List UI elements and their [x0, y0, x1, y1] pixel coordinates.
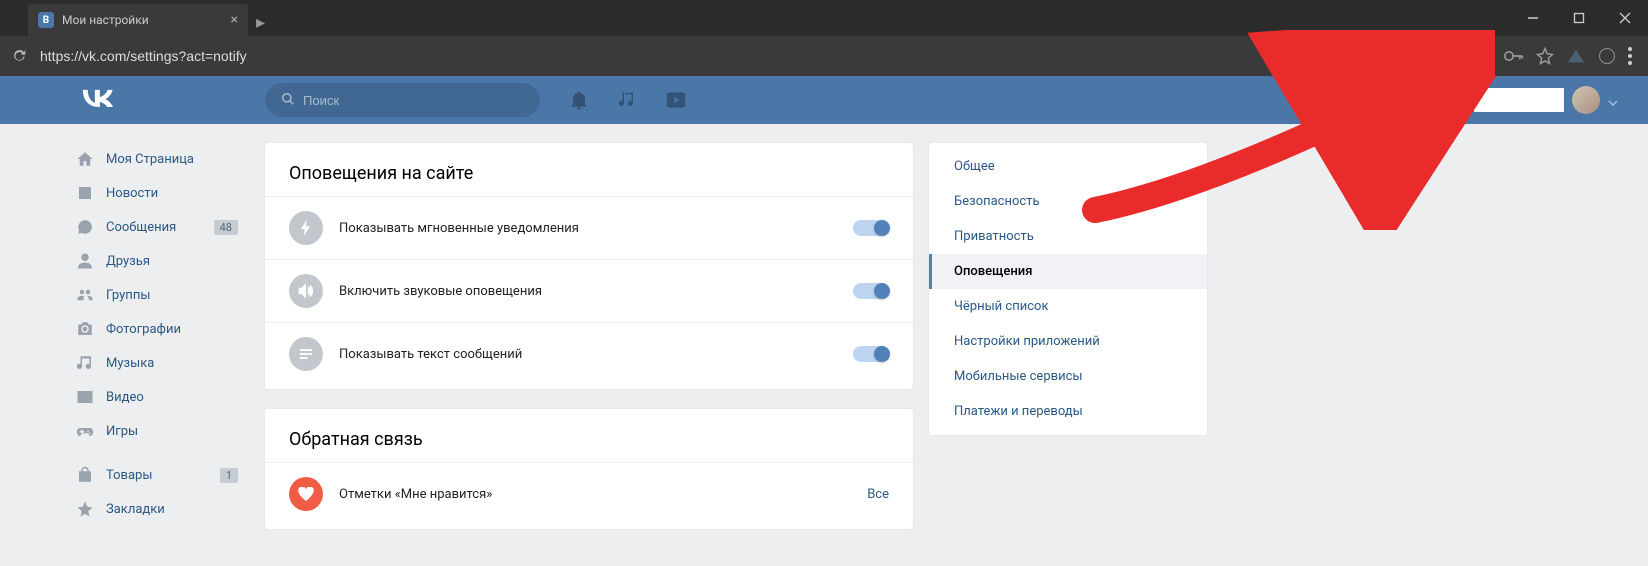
toggle-instant[interactable]	[853, 220, 889, 236]
nav-label: Игры	[106, 424, 138, 439]
card-title: Оповещения на сайте	[265, 143, 913, 196]
nav-friends[interactable]: Друзья	[68, 244, 238, 278]
notifications-bell-icon[interactable]	[570, 90, 588, 110]
setting-sound: Включить звуковые оповещения	[265, 259, 913, 322]
nav-label: Фотографии	[106, 322, 181, 337]
vk-logo[interactable]	[80, 87, 200, 113]
video-play-icon[interactable]	[666, 91, 686, 109]
nav-label: Моя Страница	[106, 152, 194, 167]
vk-body: Моя Страница Новости Сообщения 48 Друзья…	[0, 124, 1648, 548]
tab-privacy[interactable]: Приватность	[929, 219, 1207, 254]
browser-tab-title: Мои настройки	[62, 13, 225, 27]
nav-label: Видео	[106, 390, 144, 405]
nav-label: Музыка	[106, 356, 154, 371]
tab-blacklist[interactable]: Чёрный список	[929, 289, 1207, 324]
chevron-down-icon	[1608, 91, 1618, 110]
messages-icon	[74, 217, 96, 237]
nav-photos[interactable]: Фотографии	[68, 312, 238, 346]
nav-label: Закладки	[106, 502, 165, 517]
bag-icon	[74, 465, 96, 485]
user-menu[interactable]	[1474, 86, 1618, 114]
url-input[interactable]	[32, 48, 1504, 64]
likes-all-link[interactable]: Все	[867, 487, 889, 502]
nav-bookmarks[interactable]: Закладки	[68, 492, 238, 526]
urlbar-right-icons	[1504, 47, 1640, 65]
search-icon	[281, 91, 295, 110]
nav-music[interactable]: Музыка	[68, 346, 238, 380]
toggle-sound[interactable]	[853, 283, 889, 299]
tab-mobile[interactable]: Мобильные сервисы	[929, 359, 1207, 394]
window-minimize-button[interactable]	[1510, 0, 1556, 36]
site-notifications-card: Оповещения на сайте Показывать мгновенны…	[264, 142, 914, 390]
settings-tabs-column: Общее Безопасность Приватность Оповещени…	[928, 142, 1208, 548]
browser-urlbar	[0, 36, 1648, 76]
video-icon	[74, 387, 96, 407]
nav-games[interactable]: Игры	[68, 414, 238, 448]
setting-label: Показывать текст сообщений	[339, 347, 853, 362]
nav-my-page[interactable]: Моя Страница	[68, 142, 238, 176]
music-icon[interactable]	[618, 91, 636, 109]
text-lines-icon	[289, 337, 323, 371]
card-title: Обратная связь	[265, 409, 913, 462]
tab-payments[interactable]: Платежи и переводы	[929, 394, 1207, 429]
sound-icon	[289, 274, 323, 308]
music-note-icon	[74, 353, 96, 373]
browser-titlebar: В Мои настройки × ▸	[0, 0, 1648, 36]
nav-badge: 1	[220, 468, 238, 483]
setting-instant-notifications: Показывать мгновенные уведомления	[265, 196, 913, 259]
nav-news[interactable]: Новости	[68, 176, 238, 210]
extension-icon-2[interactable]	[1598, 47, 1616, 65]
extension-icon-1[interactable]	[1566, 48, 1586, 64]
browser-tab[interactable]: В Мои настройки ×	[28, 4, 248, 36]
nav-label: Сообщения	[106, 220, 176, 235]
setting-show-text: Показывать текст сообщений	[265, 322, 913, 385]
browser-menu-icon[interactable]	[1628, 47, 1632, 65]
setting-label: Показывать мгновенные уведомления	[339, 221, 853, 236]
nav-label: Товары	[106, 468, 152, 483]
vk-favicon: В	[38, 12, 54, 28]
vk-header	[0, 76, 1648, 124]
nav-shop[interactable]: Товары 1	[68, 458, 238, 492]
nav-video[interactable]: Видео	[68, 380, 238, 414]
settings-main: Оповещения на сайте Показывать мгновенны…	[264, 142, 914, 548]
new-tab-button[interactable]: ▸	[248, 8, 273, 36]
tab-general[interactable]: Общее	[929, 149, 1207, 184]
nav-label: Друзья	[106, 254, 150, 269]
star-solid-icon	[74, 499, 96, 519]
tab-notifications[interactable]: Оповещения	[929, 254, 1207, 289]
home-icon	[74, 149, 96, 169]
nav-messages[interactable]: Сообщения 48	[68, 210, 238, 244]
settings-tab-card: Общее Безопасность Приватность Оповещени…	[928, 142, 1208, 436]
search-input[interactable]	[303, 93, 524, 108]
nav-label: Новости	[106, 186, 158, 201]
setting-likes: Отметки «Мне нравится» Все	[265, 462, 913, 525]
tab-close-icon[interactable]: ×	[231, 12, 238, 28]
nav-label: Группы	[106, 288, 150, 303]
window-controls	[1510, 0, 1648, 36]
news-icon	[74, 183, 96, 203]
tab-app-settings[interactable]: Настройки приложений	[929, 324, 1207, 359]
window-close-button[interactable]	[1602, 0, 1648, 36]
star-icon[interactable]	[1536, 47, 1554, 65]
friends-icon	[74, 251, 96, 271]
window-maximize-button[interactable]	[1556, 0, 1602, 36]
user-name-placeholder	[1474, 88, 1564, 112]
toggle-text[interactable]	[853, 346, 889, 362]
gamepad-icon	[74, 421, 96, 441]
key-icon[interactable]	[1504, 50, 1524, 62]
nav-badge: 48	[214, 220, 238, 235]
heart-icon	[289, 477, 323, 511]
avatar	[1572, 86, 1600, 114]
lightning-icon	[289, 211, 323, 245]
camera-icon	[74, 319, 96, 339]
left-nav: Моя Страница Новости Сообщения 48 Друзья…	[68, 142, 248, 548]
search-bar[interactable]	[265, 83, 540, 117]
tab-security[interactable]: Безопасность	[929, 184, 1207, 219]
setting-label: Отметки «Мне нравится»	[339, 487, 867, 502]
groups-icon	[74, 285, 96, 305]
setting-label: Включить звуковые оповещения	[339, 284, 853, 299]
nav-groups[interactable]: Группы	[68, 278, 238, 312]
refresh-icon[interactable]	[8, 48, 32, 64]
feedback-card: Обратная связь Отметки «Мне нравится» Вс…	[264, 408, 914, 530]
